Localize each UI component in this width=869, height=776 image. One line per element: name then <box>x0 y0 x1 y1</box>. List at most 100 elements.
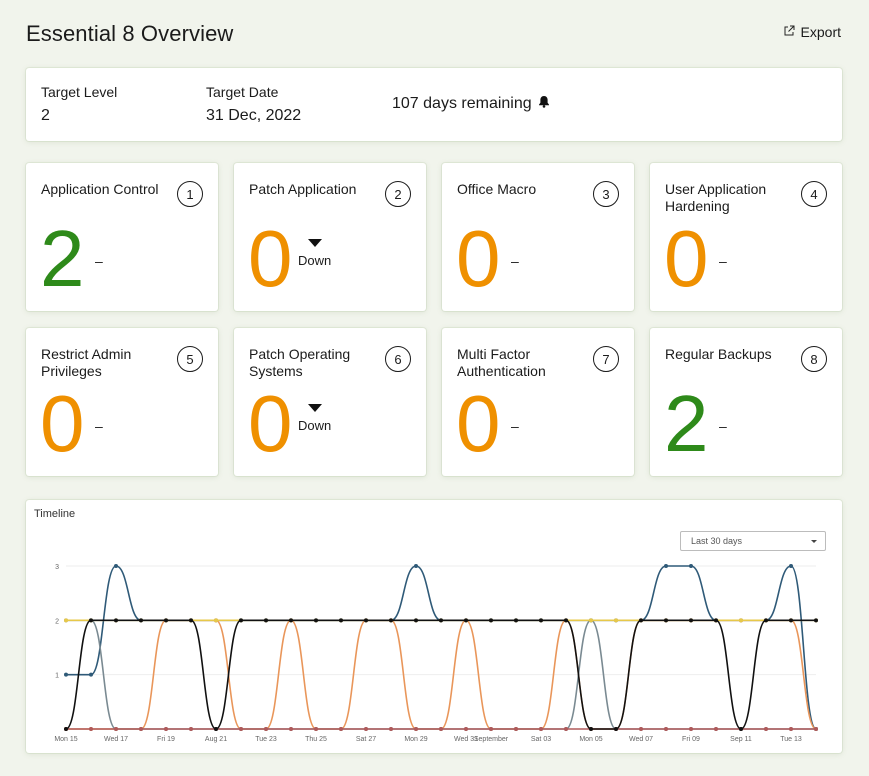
trend-dash: – <box>511 253 519 269</box>
y-tick-label: 1 <box>55 673 59 680</box>
days-remaining: 107 days remaining <box>392 95 550 113</box>
target-level-value: 2 <box>41 107 50 124</box>
series-5-point <box>89 618 93 623</box>
series-5-point <box>314 618 318 623</box>
page-title: Essential 8 Overview <box>26 21 234 46</box>
series-5-point <box>589 727 593 731</box>
series-0-point <box>89 672 93 677</box>
series-4-point <box>339 727 343 731</box>
series-3-point <box>214 618 218 623</box>
control-number-badge: 7 <box>593 346 619 372</box>
series-4-point <box>539 727 543 731</box>
control-title: Patch Operating Systems <box>249 346 351 379</box>
series-5-point <box>639 618 643 623</box>
series-5-point <box>364 618 368 623</box>
series-5-point <box>264 618 268 623</box>
series-0-point <box>789 564 793 568</box>
x-tick-label: Mon 05 <box>579 736 602 743</box>
x-tick-label: Fri 19 <box>157 736 175 743</box>
export-button[interactable]: Export <box>783 24 841 40</box>
series-4-point <box>814 727 818 731</box>
series-4-point <box>639 727 643 731</box>
series-5-point <box>189 618 193 623</box>
series-5-point <box>564 618 568 623</box>
series-4-point <box>364 727 368 731</box>
series-5-point <box>664 618 668 623</box>
x-tick-label: Sat 27 <box>356 736 376 743</box>
trend-dash: – <box>719 253 727 269</box>
x-tick-label: Tue 23 <box>255 736 277 743</box>
series-3-point <box>64 618 68 623</box>
x-tick-label: Wed 07 <box>629 736 653 743</box>
control-title: Patch Application <box>249 181 357 197</box>
series-4-point <box>764 727 768 731</box>
series-5-point <box>389 618 393 623</box>
series-5-point <box>614 727 618 731</box>
series-0-point <box>114 564 118 568</box>
series-0-point <box>64 672 68 677</box>
control-score: 0 <box>248 379 293 468</box>
series-4-point <box>564 727 568 731</box>
series-4-point <box>389 727 393 731</box>
series-4-point <box>789 727 793 731</box>
control-number-badge: 6 <box>385 346 411 372</box>
x-tick-label: Mon 29 <box>404 736 427 743</box>
triangle-down-icon <box>307 404 322 412</box>
y-tick-label: 2 <box>55 618 59 625</box>
series-0-point <box>689 564 693 568</box>
trend-indicator: Down <box>298 404 331 433</box>
x-tick-label: Thu 25 <box>305 736 327 743</box>
control-score: 2 <box>664 379 709 468</box>
series-5-point <box>339 618 343 623</box>
series-line-0 <box>66 565 817 730</box>
timeline-chart: 1 2 3 Mon 15 Wed 17 Fri 19 Aug 21 Tue 23 Thu 25 S… <box>54 564 818 743</box>
series-4-point <box>139 727 143 731</box>
series-5-point <box>789 618 793 623</box>
control-title: Restrict Admin Privileges <box>41 346 132 379</box>
series-4-point <box>414 727 418 731</box>
control-card-6[interactable]: Patch Operating Systems 6 0 Down <box>234 328 426 476</box>
control-title: Application Control <box>41 181 159 197</box>
series-4-point <box>164 727 168 731</box>
control-number-badge: 3 <box>593 181 619 207</box>
series-5-point <box>464 618 468 623</box>
control-number-badge: 2 <box>385 181 411 207</box>
control-score: 0 <box>248 214 293 303</box>
y-tick-label: 3 <box>55 564 59 571</box>
control-title: User Application Hardening <box>665 181 767 214</box>
target-level-label: Target Level <box>41 84 118 100</box>
control-title: Multi Factor Authentication <box>457 346 546 379</box>
control-card-7[interactable]: Multi Factor Authentication 7 0– <box>442 328 634 476</box>
series-5-point <box>239 618 243 623</box>
control-card-1[interactable]: Application Control 1 2– <box>26 163 218 311</box>
control-card-3[interactable]: Office Macro 3 0– <box>442 163 634 311</box>
control-score: 0 <box>456 379 501 468</box>
trend-dash: – <box>719 418 727 434</box>
x-tick-label: Fri 09 <box>682 736 700 743</box>
series-3-point <box>739 618 743 623</box>
x-tick-label: Mon 15 <box>54 736 77 743</box>
control-score: 2 <box>40 214 85 303</box>
series-5-point <box>689 618 693 623</box>
series-5-point <box>64 727 68 731</box>
series-4-point <box>114 727 118 731</box>
series-5-point <box>289 618 293 623</box>
series-3-point <box>589 618 593 623</box>
series-5-point <box>714 618 718 623</box>
series-4-point <box>514 727 518 731</box>
series-4-point <box>714 727 718 731</box>
control-number-badge: 5 <box>177 346 203 372</box>
series-5-point <box>214 727 218 731</box>
trend-dash: – <box>95 418 103 434</box>
control-number-badge: 8 <box>801 346 827 372</box>
x-tick-label: Sep 11 <box>730 736 752 743</box>
control-card-8[interactable]: Regular Backups 8 2– <box>650 328 842 476</box>
control-card-5[interactable]: Restrict Admin Privileges 5 0– <box>26 328 218 476</box>
x-tick-label: Wed 17 <box>104 736 128 743</box>
control-card-2[interactable]: Patch Application 2 0 Down <box>234 163 426 311</box>
trend-label: Down <box>298 253 332 268</box>
control-score: 0 <box>456 214 501 303</box>
target-date-label: Target Date <box>206 84 279 100</box>
x-tick-label: Aug 21 <box>205 736 227 743</box>
control-card-4[interactable]: User Application Hardening 4 0– <box>650 163 842 311</box>
